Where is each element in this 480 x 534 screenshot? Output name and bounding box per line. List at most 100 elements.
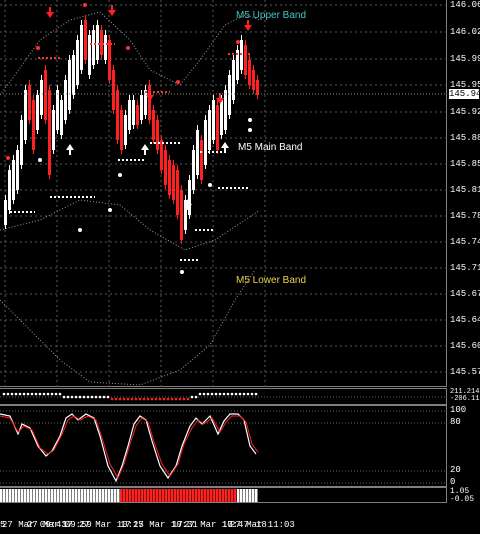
trend-bar xyxy=(102,489,105,502)
osc-dot xyxy=(226,392,230,396)
trend-bar xyxy=(183,489,186,502)
trend-bar xyxy=(126,489,129,502)
trend-bar xyxy=(177,489,180,502)
trend-bar xyxy=(216,489,219,502)
trend-bar xyxy=(201,489,204,502)
signal-dot xyxy=(6,156,10,160)
trend-bar xyxy=(204,489,207,502)
trend-bar xyxy=(210,489,213,502)
candle-body xyxy=(100,30,103,55)
trend-bar xyxy=(198,489,201,502)
trend-bar xyxy=(246,489,249,502)
price-tick-label: 145.885 xyxy=(450,133,480,143)
signal-dot xyxy=(208,183,212,187)
candle-body xyxy=(60,100,63,135)
candle-body xyxy=(68,60,71,110)
trend-bar xyxy=(36,489,39,502)
trend-bar xyxy=(72,489,75,502)
candle-body xyxy=(220,100,223,135)
candle-body xyxy=(44,70,47,120)
trend-bar xyxy=(57,489,60,502)
candle-body xyxy=(72,55,75,95)
sell-arrow-icon xyxy=(46,7,54,18)
osc-dot xyxy=(186,397,190,401)
candle-body xyxy=(40,80,43,115)
trend-bar xyxy=(252,489,255,502)
osc-dot xyxy=(82,395,86,399)
trend-bar xyxy=(108,489,111,502)
price-tick-label: 145.675 xyxy=(450,289,480,299)
lower-band-line xyxy=(0,269,256,386)
signal-dot xyxy=(78,228,82,232)
osc-dot xyxy=(222,392,226,396)
osc-dot xyxy=(2,392,6,396)
candle-body xyxy=(224,90,227,130)
candle-body xyxy=(192,150,195,190)
trend-bar xyxy=(225,489,228,502)
trend-bar-pane[interactable] xyxy=(0,487,447,503)
osc-dot xyxy=(158,397,162,401)
candle-body xyxy=(28,85,31,120)
stoch-tick-label: 20 xyxy=(450,465,461,475)
trend-bar xyxy=(168,489,171,502)
candle-body xyxy=(96,25,99,60)
trend-bar xyxy=(138,489,141,502)
price-chart-pane[interactable]: M5 Upper Band M5 Main Band M5 Lower Band xyxy=(0,0,447,387)
stoch-main-line xyxy=(0,413,257,483)
stoch-tick-label: 100 xyxy=(450,405,467,415)
price-tick-label: 145.850 xyxy=(450,159,480,169)
trend-bar xyxy=(192,489,195,502)
candle-body xyxy=(20,120,23,165)
buy-arrow-icon xyxy=(141,144,149,155)
stochastic-axis: 100 80 20 0 xyxy=(448,405,480,487)
osc-tick-label: -206.111 xyxy=(450,395,480,403)
candle-body xyxy=(124,115,127,145)
price-tick-label: 145.710 xyxy=(450,263,480,273)
osc-dot xyxy=(90,395,94,399)
stochastic-pane[interactable] xyxy=(0,405,447,487)
trend-bar xyxy=(0,489,3,502)
osc-dot xyxy=(26,392,30,396)
trend-bar xyxy=(147,489,150,502)
price-tick-label: 145.640 xyxy=(450,315,480,325)
trend-bar xyxy=(111,489,114,502)
osc-dot xyxy=(74,395,78,399)
trend-bar xyxy=(222,489,225,502)
osc-dot xyxy=(58,392,62,396)
trend-bar xyxy=(75,489,78,502)
candle-body xyxy=(216,105,219,150)
trend-bar xyxy=(144,489,147,502)
candle-body xyxy=(52,110,55,150)
price-tick-label: 146.060 xyxy=(450,0,480,10)
osc-dot xyxy=(202,392,206,396)
candle-body xyxy=(84,20,87,60)
osc-dot xyxy=(154,397,158,401)
trend-bar xyxy=(69,489,72,502)
oscillator-pane[interactable] xyxy=(0,388,447,405)
osc-dot xyxy=(66,395,70,399)
trend-bar xyxy=(120,489,123,502)
trend-bar xyxy=(51,489,54,502)
stochastic-plot xyxy=(0,410,447,484)
candle-body xyxy=(128,100,131,130)
osc-dot xyxy=(110,397,114,401)
trend-bar xyxy=(93,489,96,502)
osc-dot xyxy=(242,392,246,396)
trend-bar xyxy=(117,489,120,502)
trend-bar xyxy=(153,489,156,502)
signal-dot xyxy=(176,80,180,84)
current-price-marker: 145.942 xyxy=(449,89,480,99)
signal-dot xyxy=(248,128,252,132)
osc-dot xyxy=(14,392,18,396)
price-tick-label: 146.025 xyxy=(450,27,480,37)
buy-arrow-icon xyxy=(221,142,229,153)
trend-bar xyxy=(54,489,57,502)
time-tick-edge: 18 xyxy=(256,520,267,530)
bar-tick-label: -0.05 xyxy=(450,495,475,504)
candle-body xyxy=(104,35,107,60)
trend-bar xyxy=(165,489,168,502)
lower-band-label: M5 Lower Band xyxy=(236,275,307,286)
trend-bar xyxy=(24,489,27,502)
buy-arrow-icon xyxy=(66,144,74,155)
candle-body xyxy=(168,160,171,195)
